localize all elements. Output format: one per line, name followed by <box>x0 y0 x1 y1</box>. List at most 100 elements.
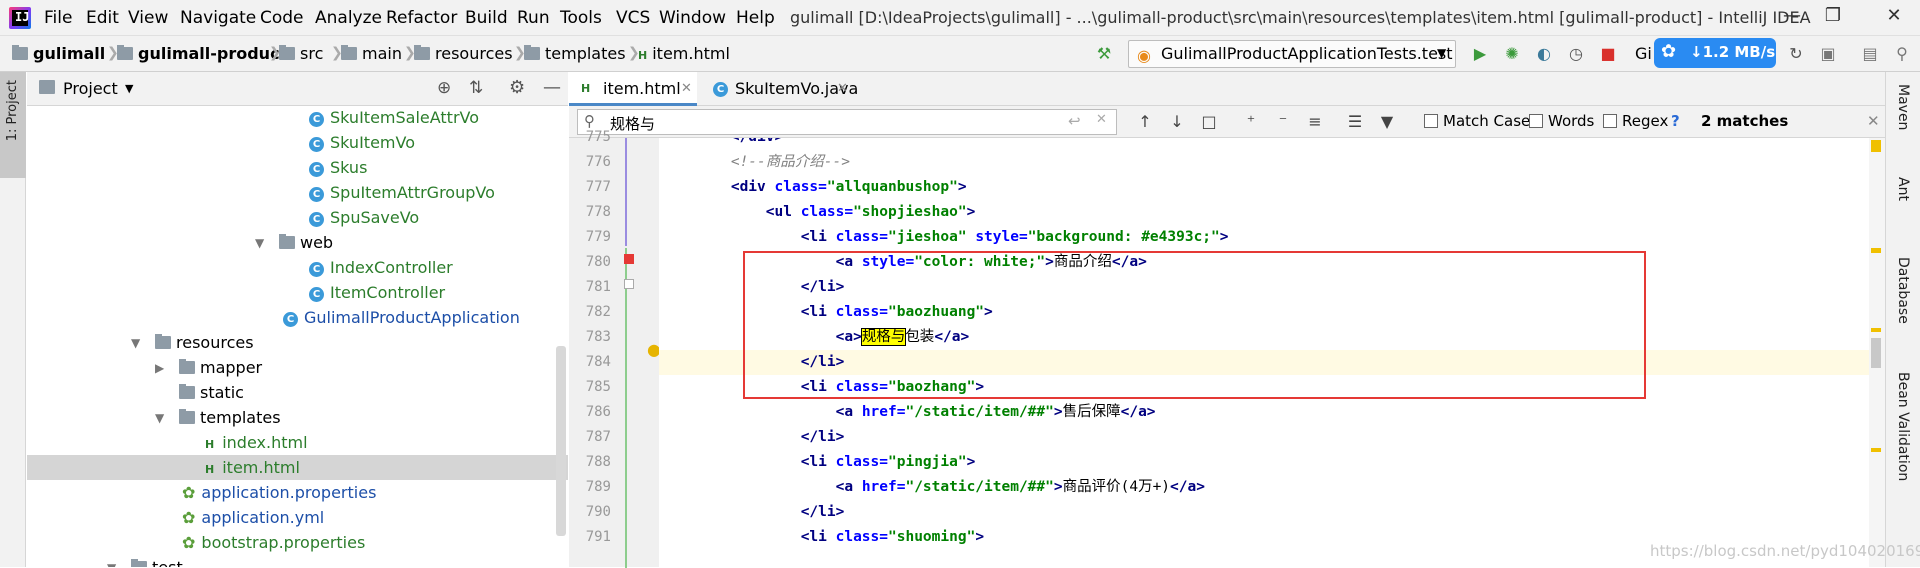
filter-icon[interactable]: ▼ <box>1377 112 1397 132</box>
scroll-thumb[interactable] <box>1871 338 1881 368</box>
breadcrumb-src[interactable]: src <box>279 44 323 63</box>
tree-item[interactable]: ✿ bootstrap.properties <box>182 530 365 555</box>
menu-code[interactable]: Code <box>260 8 304 28</box>
menu-edit[interactable]: Edit <box>86 8 119 28</box>
chevron-down-icon[interactable]: ▼ <box>255 236 264 250</box>
menu-vcs[interactable]: VCS <box>616 8 650 28</box>
tree-item[interactable]: test <box>131 555 183 567</box>
breadcrumb-gulimall[interactable]: gulimall <box>12 44 105 63</box>
tab-item-html[interactable]: H item.html ✕ <box>569 72 697 106</box>
bean-validation-tool-tab[interactable]: Bean Validation <box>1895 372 1911 481</box>
close-icon[interactable]: ✕ <box>681 72 692 106</box>
search-input[interactable]: ⚲ 规格与 ↩ ✕ <box>577 109 1117 135</box>
search-history-icon[interactable]: ↩ <box>1068 112 1081 130</box>
hide-panel-icon[interactable]: — <box>543 77 561 98</box>
locate-target-icon[interactable]: ⊕ <box>437 78 451 98</box>
tree-item-selected[interactable]: Hitem.html <box>27 455 568 480</box>
debug-icon[interactable]: ✺ <box>1502 44 1522 64</box>
tree-item[interactable]: C ItemController <box>309 280 445 305</box>
tree-item[interactable]: web <box>279 230 333 255</box>
breadcrumb-module[interactable]: gulimall-product <box>117 44 287 63</box>
words-checkbox[interactable]: Words <box>1529 112 1594 130</box>
collapse-all-icon[interactable]: ⇅ <box>469 78 483 98</box>
match-case-checkbox[interactable]: Match Case <box>1424 112 1530 130</box>
layout-icon[interactable]: ▤ <box>1860 44 1880 64</box>
tab-skuitemvo[interactable]: C SkuItemVo.java ✕ <box>701 72 858 106</box>
tree-item[interactable]: C SpuItemAttrGroupVo <box>309 180 495 205</box>
download-speed-badge: ✿ ↓1.2 MB/s <box>1654 38 1776 68</box>
menu-view[interactable]: View <box>128 8 168 28</box>
tree-scrollbar[interactable] <box>556 346 566 536</box>
code-token: "pingjia" <box>888 454 967 470</box>
tree-item[interactable]: ✿ application.yml <box>182 505 324 530</box>
tree-item[interactable]: C GulimallProductApplication <box>283 305 520 330</box>
regex-help-icon[interactable]: ? <box>1671 112 1680 130</box>
history-icon[interactable]: ↻ <box>1786 44 1806 64</box>
project-structure-icon[interactable]: ▣ <box>1818 44 1838 64</box>
build-hammer-icon[interactable]: ⚒ <box>1094 44 1114 64</box>
profile-icon[interactable]: ◷ <box>1566 44 1586 64</box>
select-occurrences-icon[interactable]: ≡ <box>1305 112 1325 132</box>
add-occurrence-icon[interactable]: ⁺ <box>1241 112 1261 132</box>
menu-tools[interactable]: Tools <box>560 8 602 28</box>
tree-item[interactable]: resources <box>155 330 254 355</box>
select-all-occurrences-icon[interactable]: □ <box>1199 112 1219 132</box>
clear-icon[interactable]: ✕ <box>1096 112 1107 127</box>
tree-item[interactable]: C SkuItemSaleAttrVo <box>309 106 479 130</box>
stop-icon[interactable]: ■ <box>1598 44 1618 64</box>
ant-tool-tab[interactable]: Ant <box>1895 177 1911 201</box>
regex-checkbox[interactable]: Regex <box>1603 112 1668 130</box>
tree-item[interactable]: static <box>179 380 244 405</box>
coverage-icon[interactable]: ◐ <box>1534 44 1554 64</box>
menu-refactor[interactable]: Refactor <box>386 8 457 28</box>
line-number: 778 <box>585 204 611 220</box>
breadcrumb-label: item.html <box>652 44 730 63</box>
chevron-down-icon[interactable]: ▼ <box>131 336 140 350</box>
next-occurrence-icon[interactable]: ↓ <box>1167 112 1187 132</box>
project-tool-window-tab[interactable]: 1: Project <box>0 72 26 178</box>
close-window-icon[interactable]: ✕ <box>1882 5 1906 29</box>
menu-window[interactable]: Window <box>659 8 726 28</box>
previous-occurrence-icon[interactable]: ↑ <box>1135 112 1155 132</box>
database-tool-tab[interactable]: Database <box>1895 257 1911 324</box>
tree-item[interactable]: C SkuItemVo <box>309 130 415 155</box>
tree-item[interactable]: C Skus <box>309 155 367 180</box>
menu-run[interactable]: Run <box>517 8 550 28</box>
tree-item[interactable]: ✿ application.properties <box>182 480 376 505</box>
chevron-down-icon[interactable]: ▼ <box>125 82 133 95</box>
gear-icon[interactable]: ⚙ <box>509 77 525 98</box>
run-configuration-select[interactable]: ◉ GulimallProductApplicationTests.test ▼ <box>1128 40 1456 68</box>
breakpoint-icon[interactable] <box>624 254 634 264</box>
tree-item[interactable]: C SpuSaveVo <box>309 205 419 230</box>
menu-analyze[interactable]: Analyze <box>315 8 382 28</box>
menu-file[interactable]: File <box>44 8 72 28</box>
chevron-down-icon[interactable]: ▼ <box>107 561 116 567</box>
search-options-icon[interactable]: ☰ <box>1345 112 1365 132</box>
bookmark-icon[interactable] <box>624 279 634 289</box>
breadcrumb-templates[interactable]: templates <box>524 44 626 63</box>
chevron-right-icon[interactable]: ▶ <box>155 361 164 375</box>
search-everywhere-icon[interactable]: ⚲ <box>1892 44 1912 64</box>
chevron-down-icon[interactable]: ▼ <box>155 411 164 425</box>
tree-item[interactable]: C IndexController <box>309 255 453 280</box>
tree-item-label: application.yml <box>201 508 325 527</box>
breadcrumb-main[interactable]: main <box>341 44 402 63</box>
maven-tool-tab[interactable]: Maven <box>1895 84 1911 130</box>
close-icon[interactable]: ✕ <box>837 72 848 106</box>
project-panel-title[interactable]: Project <box>63 79 118 98</box>
minimize-icon[interactable]: — <box>1780 5 1804 29</box>
restore-icon[interactable]: ❐ <box>1821 5 1845 29</box>
menu-build[interactable]: Build <box>465 8 508 28</box>
tree-item[interactable]: mapper <box>179 355 262 380</box>
menu-bar: IJ File Edit View Navigate Code Analyze … <box>0 0 1920 36</box>
run-icon[interactable]: ▶ <box>1470 44 1490 64</box>
breadcrumb-file[interactable]: Hitem.html <box>638 44 730 63</box>
close-find-icon[interactable]: ✕ <box>1867 112 1880 130</box>
tree-item[interactable]: templates <box>179 405 281 430</box>
menu-navigate[interactable]: Navigate <box>180 8 256 28</box>
tree-item[interactable]: Hindex.html <box>205 430 308 455</box>
breadcrumb-resources[interactable]: resources <box>414 44 513 63</box>
menu-help[interactable]: Help <box>736 8 775 28</box>
editor-scrollbar[interactable] <box>1869 138 1885 567</box>
remove-occurrence-icon[interactable]: ⁻ <box>1273 112 1293 132</box>
